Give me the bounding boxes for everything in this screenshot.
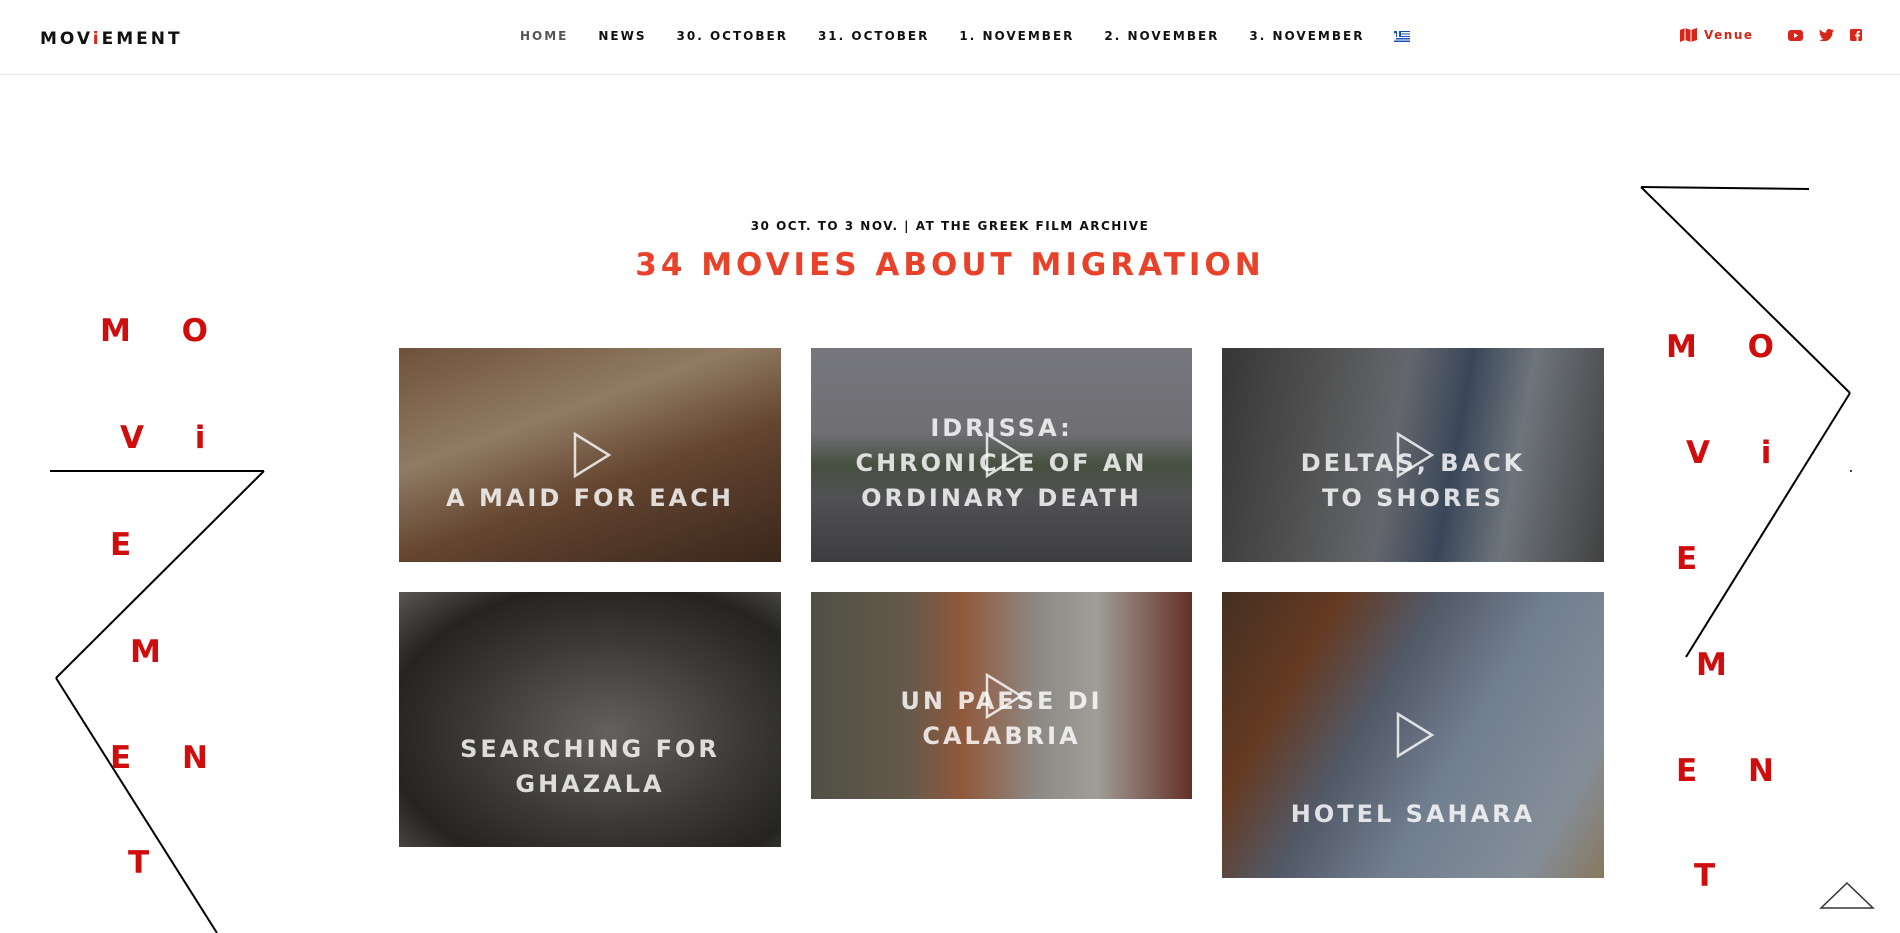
- back-to-top-icon[interactable]: [1818, 880, 1876, 910]
- movie-title: SEARCHING FOR GHAZALA: [460, 735, 720, 798]
- decor-left-3: E: [110, 527, 152, 563]
- movie-card-deltas-back-to-shores[interactable]: DELTAS, BACK TO SHORES: [1222, 348, 1604, 562]
- decor-left-4: M: [130, 634, 181, 670]
- movie-title: IDRISSA: CHRONICLE OF AN ORDINARY DEATH: [855, 414, 1148, 512]
- play-icon[interactable]: [565, 430, 615, 480]
- play-icon[interactable]: [1388, 710, 1438, 760]
- movie-card-searching-for-ghazala[interactable]: SEARCHING FOR GHAZALA: [399, 592, 781, 847]
- decor-right-4: M: [1696, 647, 1747, 683]
- movie-title: DELTAS, BACK TO SHORES: [1300, 449, 1526, 512]
- movie-card-hotel-sahara[interactable]: HOTEL SAHARA: [1222, 592, 1604, 878]
- hero-title: 34 MOVIES ABOUT MIGRATION: [635, 247, 1265, 283]
- decor-right-2: V i: [1686, 435, 1792, 471]
- movie-card-a-maid-for-each[interactable]: A MAID FOR EACH: [399, 348, 781, 562]
- card-overlay: [399, 592, 781, 847]
- movie-title: A MAID FOR EACH: [446, 484, 734, 512]
- movie-card-un-paese-di-calabria[interactable]: UN PAESE DI CALABRIA: [811, 592, 1192, 799]
- movie-card-idrissa[interactable]: IDRISSA: CHRONICLE OF AN ORDINARY DEATH: [811, 348, 1192, 562]
- decor-right-3: E: [1676, 541, 1718, 577]
- decor-right-1: M O: [1666, 329, 1794, 365]
- decor-left-2: V i: [120, 420, 226, 456]
- decor-left-6: T: [128, 845, 170, 881]
- decor-right-6: T: [1694, 858, 1736, 894]
- hero-subtitle: 30 OCT. TO 3 NOV. | AT THE GREEK FILM AR…: [750, 219, 1150, 233]
- decor-left-1: M O: [100, 313, 228, 349]
- decor-left-5: E N: [110, 740, 228, 776]
- decor-right-5: E N: [1676, 753, 1794, 789]
- movie-title: UN PAESE DI CALABRIA: [900, 687, 1103, 750]
- movie-title: HOTEL SAHARA: [1290, 800, 1536, 828]
